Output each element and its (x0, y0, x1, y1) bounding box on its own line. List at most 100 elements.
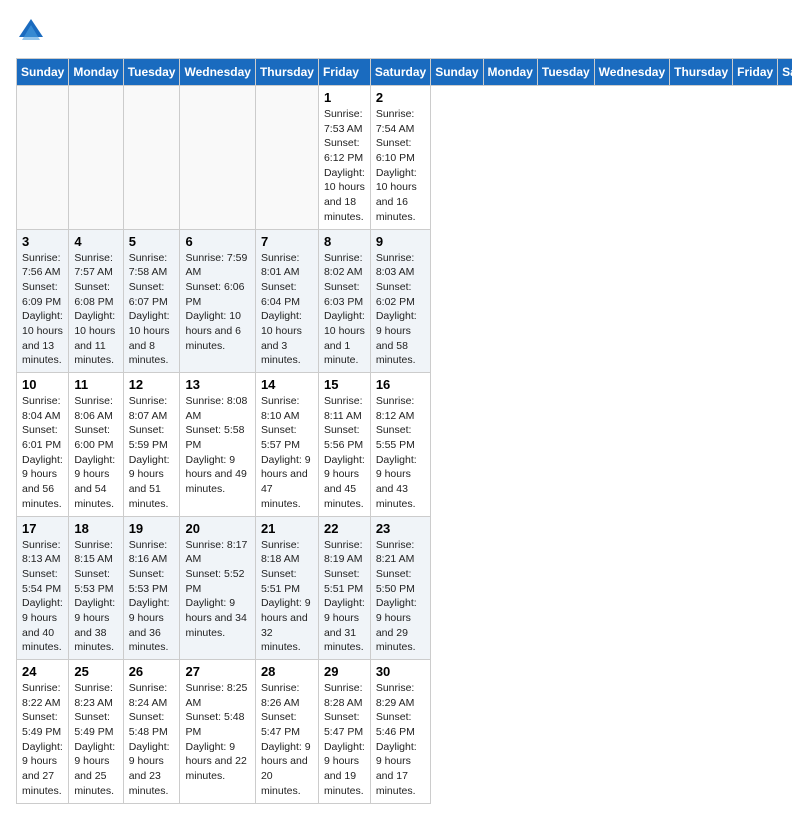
day-info: Sunrise: 8:15 AM Sunset: 5:53 PM Dayligh… (74, 538, 117, 656)
column-header-wednesday: Wednesday (180, 59, 255, 86)
calendar-cell: 17 Sunrise: 8:13 AM Sunset: 5:54 PM Dayli… (17, 516, 69, 660)
calendar-cell: 9 Sunrise: 8:03 AM Sunset: 6:02 PM Daylig… (370, 229, 430, 373)
calendar-cell: 6 Sunrise: 7:59 AM Sunset: 6:06 PM Daylig… (180, 229, 255, 373)
calendar-cell (123, 86, 180, 230)
day-info: Sunrise: 7:53 AM Sunset: 6:12 PM Dayligh… (324, 107, 365, 225)
calendar-week-row: 3Sunrise: 7:56 AM Sunset: 6:09 PM Daylig… (17, 229, 792, 373)
day-info: Sunrise: 8:28 AM Sunset: 5:47 PM Dayligh… (324, 681, 365, 799)
day-info: Sunrise: 8:12 AM Sunset: 5:55 PM Dayligh… (376, 394, 425, 512)
day-number: 23 (376, 521, 425, 536)
day-number: 30 (376, 664, 425, 679)
calendar-cell: 16 Sunrise: 8:12 AM Sunset: 5:55 PM Dayli… (370, 373, 430, 517)
day-info: Sunrise: 8:01 AM Sunset: 6:04 PM Dayligh… (261, 251, 313, 369)
day-info: Sunrise: 8:13 AM Sunset: 5:54 PM Dayligh… (22, 538, 63, 656)
day-info: Sunrise: 8:23 AM Sunset: 5:49 PM Dayligh… (74, 681, 117, 799)
calendar-cell: 15 Sunrise: 8:11 AM Sunset: 5:56 PM Dayli… (318, 373, 370, 517)
day-number: 13 (185, 377, 249, 392)
day-info: Sunrise: 8:24 AM Sunset: 5:48 PM Dayligh… (129, 681, 175, 799)
column-header-sunday: Sunday (431, 59, 483, 86)
day-info: Sunrise: 8:04 AM Sunset: 6:01 PM Dayligh… (22, 394, 63, 512)
day-number: 11 (74, 377, 117, 392)
calendar-cell (180, 86, 255, 230)
calendar-header-row: SundayMondayTuesdayWednesdayThursdayFrid… (17, 59, 792, 86)
column-header-tuesday: Tuesday (123, 59, 180, 86)
calendar-cell: 20 Sunrise: 8:17 AM Sunset: 5:52 PM Dayli… (180, 516, 255, 660)
day-info: Sunrise: 8:19 AM Sunset: 5:51 PM Dayligh… (324, 538, 365, 656)
day-info: Sunrise: 8:26 AM Sunset: 5:47 PM Dayligh… (261, 681, 313, 799)
calendar-cell: 10Sunrise: 8:04 AM Sunset: 6:01 PM Dayli… (17, 373, 69, 517)
day-number: 28 (261, 664, 313, 679)
column-header-saturday: Saturday (370, 59, 430, 86)
calendar-cell: 7Sunrise: 8:01 AM Sunset: 6:04 PM Daylig… (255, 229, 318, 373)
day-number: 22 (324, 521, 365, 536)
calendar-week-row: 17 Sunrise: 8:13 AM Sunset: 5:54 PM Dayli… (17, 516, 792, 660)
day-info: Sunrise: 7:57 AM Sunset: 6:08 PM Dayligh… (74, 251, 117, 369)
day-info: Sunrise: 8:07 AM Sunset: 5:59 PM Dayligh… (129, 394, 175, 512)
calendar-cell: 23Sunrise: 8:21 AM Sunset: 5:50 PM Dayli… (370, 516, 430, 660)
day-info: Sunrise: 8:17 AM Sunset: 5:52 PM Dayligh… (185, 538, 249, 641)
column-header-friday: Friday (318, 59, 370, 86)
column-header-saturday: Saturday (778, 59, 792, 86)
column-header-thursday: Thursday (670, 59, 733, 86)
calendar-cell: 8 Sunrise: 8:02 AM Sunset: 6:03 PM Daylig… (318, 229, 370, 373)
day-number: 29 (324, 664, 365, 679)
calendar-week-row: 1 Sunrise: 7:53 AM Sunset: 6:12 PM Daylig… (17, 86, 792, 230)
calendar-cell: 11 Sunrise: 8:06 AM Sunset: 6:00 PM Dayli… (69, 373, 123, 517)
column-header-wednesday: Wednesday (594, 59, 669, 86)
column-header-monday: Monday (483, 59, 537, 86)
day-number: 26 (129, 664, 175, 679)
column-header-monday: Monday (69, 59, 123, 86)
day-number: 2 (376, 90, 425, 105)
day-info: Sunrise: 8:03 AM Sunset: 6:02 PM Dayligh… (376, 251, 425, 369)
calendar-week-row: 24 Sunrise: 8:22 AM Sunset: 5:49 PM Dayli… (17, 660, 792, 804)
day-number: 9 (376, 234, 425, 249)
calendar-cell: 25 Sunrise: 8:23 AM Sunset: 5:49 PM Dayli… (69, 660, 123, 804)
day-info: Sunrise: 8:25 AM Sunset: 5:48 PM Dayligh… (185, 681, 249, 784)
day-number: 24 (22, 664, 63, 679)
calendar-cell: 29 Sunrise: 8:28 AM Sunset: 5:47 PM Dayli… (318, 660, 370, 804)
day-number: 6 (185, 234, 249, 249)
day-number: 27 (185, 664, 249, 679)
calendar-week-row: 10Sunrise: 8:04 AM Sunset: 6:01 PM Dayli… (17, 373, 792, 517)
calendar-cell: 27 Sunrise: 8:25 AM Sunset: 5:48 PM Dayli… (180, 660, 255, 804)
calendar-cell: 21Sunrise: 8:18 AM Sunset: 5:51 PM Dayli… (255, 516, 318, 660)
calendar-cell: 18Sunrise: 8:15 AM Sunset: 5:53 PM Dayli… (69, 516, 123, 660)
column-header-tuesday: Tuesday (537, 59, 594, 86)
logo-icon (16, 16, 46, 46)
day-info: Sunrise: 8:08 AM Sunset: 5:58 PM Dayligh… (185, 394, 249, 497)
day-info: Sunrise: 7:59 AM Sunset: 6:06 PM Dayligh… (185, 251, 249, 354)
day-info: Sunrise: 8:16 AM Sunset: 5:53 PM Dayligh… (129, 538, 175, 656)
calendar-cell: 19Sunrise: 8:16 AM Sunset: 5:53 PM Dayli… (123, 516, 180, 660)
day-number: 1 (324, 90, 365, 105)
day-info: Sunrise: 8:22 AM Sunset: 5:49 PM Dayligh… (22, 681, 63, 799)
day-number: 16 (376, 377, 425, 392)
column-header-friday: Friday (733, 59, 778, 86)
day-info: Sunrise: 7:56 AM Sunset: 6:09 PM Dayligh… (22, 251, 63, 369)
day-info: Sunrise: 8:18 AM Sunset: 5:51 PM Dayligh… (261, 538, 313, 656)
day-number: 4 (74, 234, 117, 249)
calendar-cell: 1 Sunrise: 7:53 AM Sunset: 6:12 PM Daylig… (318, 86, 370, 230)
page-header (16, 16, 776, 46)
day-number: 12 (129, 377, 175, 392)
day-number: 17 (22, 521, 63, 536)
logo (16, 16, 50, 46)
calendar-cell (255, 86, 318, 230)
day-number: 8 (324, 234, 365, 249)
day-info: Sunrise: 7:54 AM Sunset: 6:10 PM Dayligh… (376, 107, 425, 225)
column-header-thursday: Thursday (255, 59, 318, 86)
day-info: Sunrise: 8:10 AM Sunset: 5:57 PM Dayligh… (261, 394, 313, 512)
day-number: 20 (185, 521, 249, 536)
calendar-table: SundayMondayTuesdayWednesdayThursdayFrid… (16, 58, 792, 804)
day-number: 15 (324, 377, 365, 392)
calendar-cell: 28 Sunrise: 8:26 AM Sunset: 5:47 PM Dayli… (255, 660, 318, 804)
day-info: Sunrise: 7:58 AM Sunset: 6:07 PM Dayligh… (129, 251, 175, 369)
day-info: Sunrise: 8:06 AM Sunset: 6:00 PM Dayligh… (74, 394, 117, 512)
day-info: Sunrise: 8:02 AM Sunset: 6:03 PM Dayligh… (324, 251, 365, 369)
calendar-cell: 30Sunrise: 8:29 AM Sunset: 5:46 PM Dayli… (370, 660, 430, 804)
column-header-sunday: Sunday (17, 59, 69, 86)
day-number: 5 (129, 234, 175, 249)
day-info: Sunrise: 8:11 AM Sunset: 5:56 PM Dayligh… (324, 394, 365, 512)
calendar-cell (17, 86, 69, 230)
day-number: 25 (74, 664, 117, 679)
calendar-cell: 14Sunrise: 8:10 AM Sunset: 5:57 PM Dayli… (255, 373, 318, 517)
